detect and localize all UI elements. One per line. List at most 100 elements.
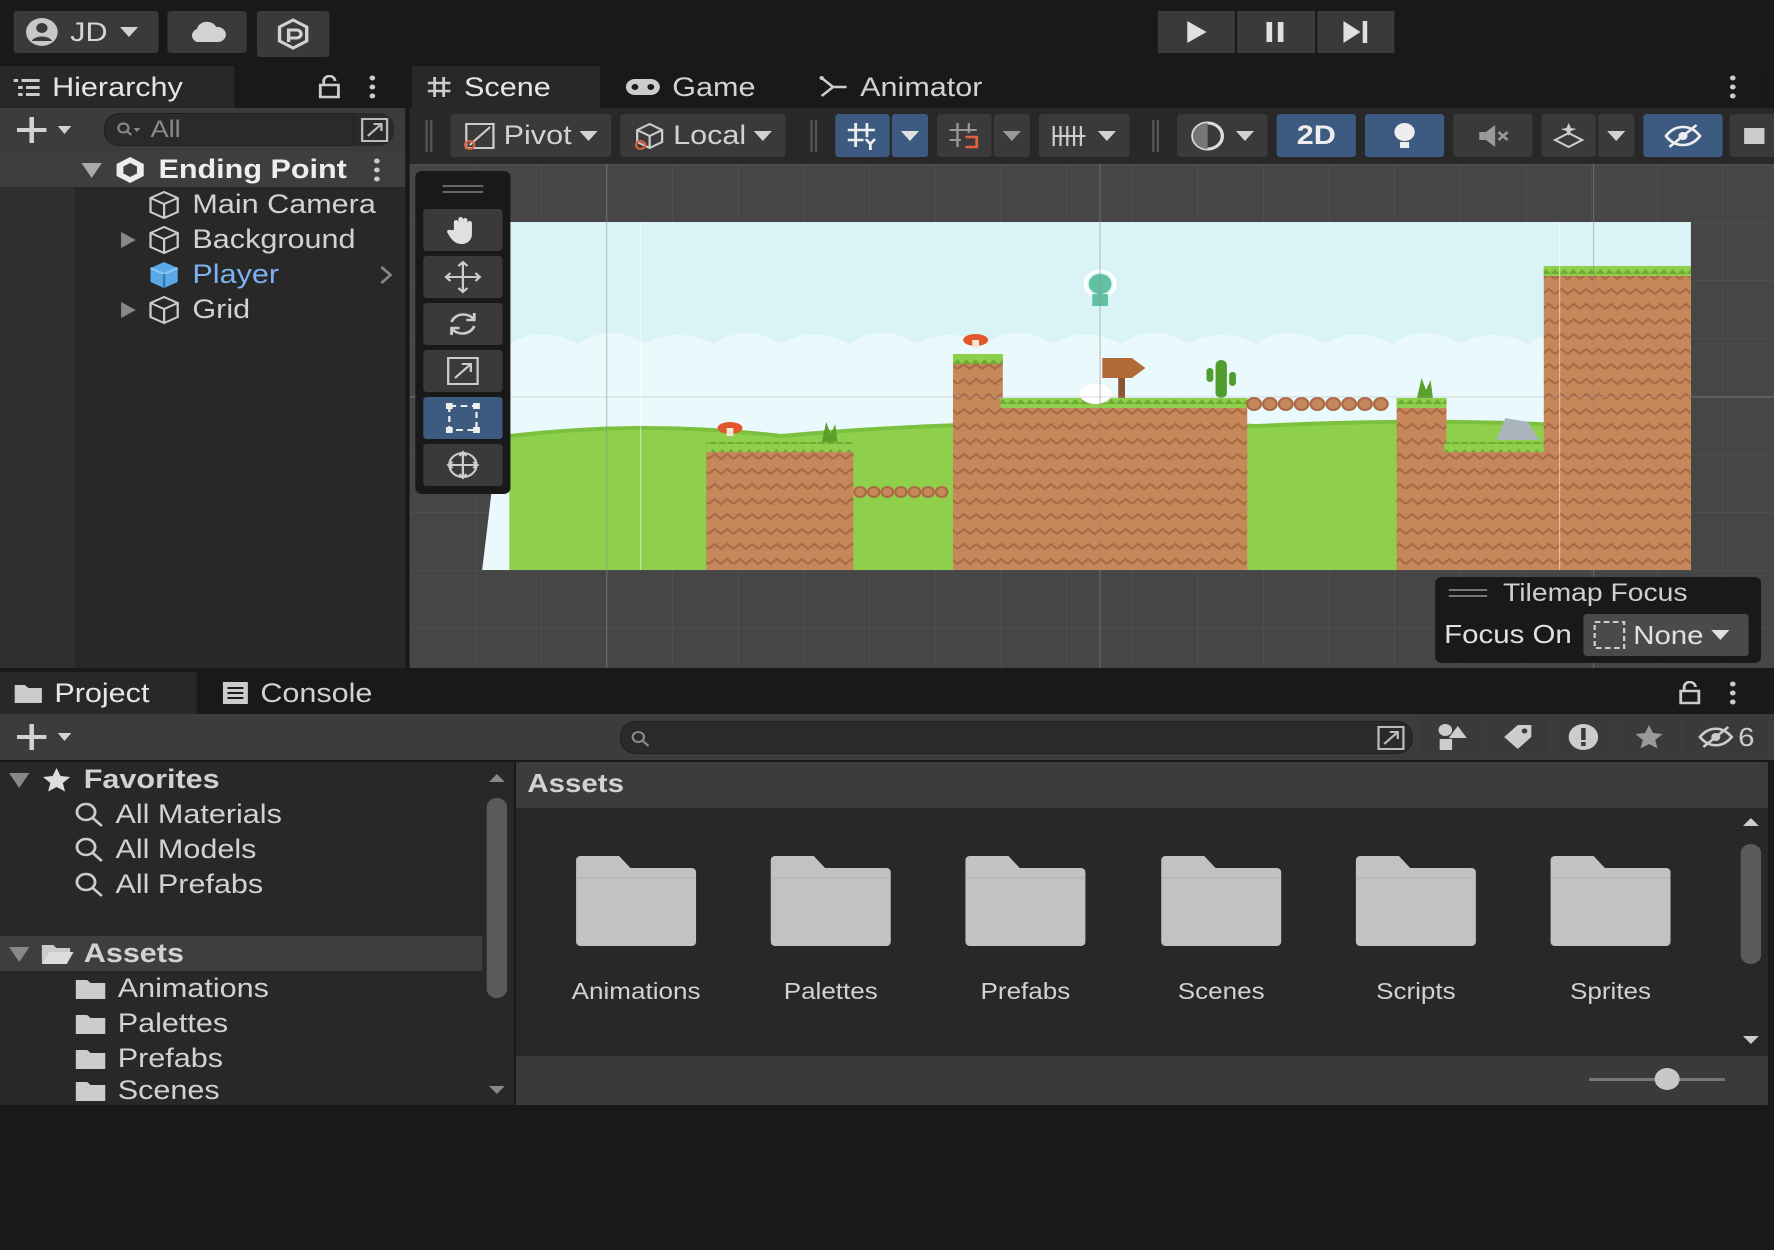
move-tool-button[interactable]	[423, 256, 503, 298]
folder-tile-animations[interactable]: Animations	[551, 850, 721, 1010]
folder-tile-scripts[interactable]: Scripts	[1331, 850, 1501, 1010]
filter-by-type-button[interactable]	[1421, 716, 1483, 758]
filter-log-type-button[interactable]	[1552, 716, 1614, 758]
favorite-item[interactable]: All Materials	[0, 797, 482, 832]
lock-icon[interactable]	[315, 72, 344, 102]
chevron-down-icon	[1711, 630, 1730, 640]
hand-tool-button[interactable]	[423, 209, 503, 251]
hidden-objects-toggle[interactable]	[1643, 114, 1723, 157]
expand-icon	[1377, 725, 1405, 750]
asset-grid-scrollbar[interactable]	[1738, 814, 1763, 1052]
local-dropdown[interactable]: Local	[620, 114, 786, 157]
focus-on-dropdown[interactable]: None	[1583, 614, 1749, 656]
hierarchy-item-main-camera[interactable]: Main Camera	[0, 187, 405, 222]
breadcrumb[interactable]: Assets	[527, 768, 624, 799]
camera-icon	[1744, 127, 1765, 144]
more-icon[interactable]	[360, 72, 385, 102]
overlay-handle[interactable]	[1448, 589, 1488, 597]
palette-handle[interactable]	[442, 185, 484, 193]
hidden-packages-toggle[interactable]: 6	[1684, 716, 1768, 758]
more-icon[interactable]	[1720, 72, 1745, 102]
hierarchy-item-player[interactable]: Player	[0, 257, 405, 292]
save-search-button[interactable]	[1618, 716, 1680, 758]
scale-tool-button[interactable]	[423, 350, 503, 392]
scroll-up-icon[interactable]	[1738, 814, 1763, 830]
asset-folder-row[interactable]: Scenes	[0, 1076, 482, 1105]
hierarchy-item-grid[interactable]: Grid	[0, 292, 405, 327]
hierarchy-item-label: Player	[192, 259, 280, 289]
expand-arrow-icon	[9, 946, 30, 962]
lighting-toggle[interactable]	[1364, 114, 1445, 157]
increment-snap-options[interactable]	[993, 114, 1030, 157]
folder-tile-palettes[interactable]: Palettes	[746, 850, 916, 1010]
2d-mode-toggle[interactable]: 2D	[1276, 114, 1356, 157]
tab-animator[interactable]: Animator	[806, 66, 1010, 108]
tab-console[interactable]: Console	[208, 672, 412, 714]
scrollbar-thumb[interactable]	[486, 798, 508, 998]
project-search-input[interactable]	[620, 721, 1413, 754]
scene-row-ending-point[interactable]: Ending Point	[0, 152, 406, 187]
zoom-slider-thumb[interactable]	[1654, 1068, 1680, 1090]
hierarchy-search-input[interactable]: All	[104, 113, 394, 146]
scroll-up-icon[interactable]	[484, 770, 509, 786]
hierarchy-item-label: Grid	[192, 294, 251, 324]
tab-project[interactable]: Project	[0, 672, 197, 714]
grid-visibility-dropdown[interactable]	[1038, 114, 1130, 157]
asset-folder-row[interactable]: Animations	[0, 971, 482, 1006]
tab-scene[interactable]: Scene	[411, 66, 600, 108]
scrollbar-thumb[interactable]	[1740, 844, 1762, 964]
pivot-dropdown[interactable]: Pivot	[450, 114, 612, 157]
tab-hierarchy[interactable]: Hierarchy	[0, 66, 235, 108]
tab-label: Scene	[464, 71, 551, 102]
play-button[interactable]	[1157, 11, 1236, 53]
effects-options[interactable]	[1598, 114, 1635, 157]
create-asset-dropdown[interactable]	[9, 721, 77, 753]
cloud-button[interactable]	[167, 11, 247, 53]
rect-tool-button[interactable]	[423, 397, 503, 439]
increment-snap-toggle[interactable]	[937, 114, 992, 157]
step-button[interactable]	[1317, 11, 1395, 53]
collab-button[interactable]	[256, 11, 330, 57]
grid-snap-options[interactable]	[891, 114, 929, 157]
chevron-right-icon[interactable]	[378, 264, 394, 286]
create-dropdown[interactable]	[9, 114, 77, 146]
lock-icon[interactable]	[1675, 678, 1704, 708]
scroll-down-icon[interactable]	[484, 1082, 509, 1098]
grid-snap-toggle[interactable]	[835, 114, 890, 157]
favorite-item[interactable]: All Models	[0, 832, 482, 867]
rotate-tool-button[interactable]	[423, 303, 503, 345]
more-icon[interactable]	[373, 158, 380, 182]
hierarchy-item-background[interactable]: Background	[0, 222, 405, 257]
account-dropdown[interactable]: JD	[13, 11, 159, 53]
favorite-label: All Prefabs	[115, 869, 264, 899]
folder-icon	[1355, 856, 1476, 946]
camera-options-button[interactable]	[1729, 114, 1774, 157]
folder-icon	[965, 856, 1086, 946]
search-by-type-button[interactable]	[353, 113, 394, 146]
more-icon[interactable]	[1720, 678, 1745, 708]
draw-mode-dropdown[interactable]	[1177, 114, 1268, 157]
lightbulb-icon	[1394, 122, 1415, 148]
pause-button[interactable]	[1237, 11, 1315, 53]
audio-toggle[interactable]	[1453, 114, 1533, 157]
folder-tile-sprites[interactable]: Sprites	[1526, 850, 1696, 1010]
folder-tile-scenes[interactable]: Scenes	[1136, 850, 1306, 1010]
scroll-down-icon[interactable]	[1738, 1032, 1763, 1048]
expand-arrow-right-icon[interactable]	[118, 230, 138, 250]
transform-tool-button[interactable]	[423, 444, 503, 486]
search-by-type-button[interactable]	[1369, 721, 1412, 754]
folder-tree-scrollbar[interactable]	[484, 770, 509, 1100]
assets-root-row[interactable]: Assets	[0, 936, 483, 971]
chevron-down-icon	[579, 130, 598, 141]
effects-toggle[interactable]	[1541, 114, 1596, 157]
folder-tile-prefabs[interactable]: Prefabs	[941, 850, 1111, 1010]
asset-folder-row[interactable]: Prefabs	[0, 1041, 482, 1076]
favorite-item[interactable]: All Prefabs	[0, 867, 482, 902]
expand-arrow-right-icon[interactable]	[118, 300, 138, 320]
filter-by-label-button[interactable]	[1487, 716, 1549, 758]
favorite-label: All Models	[115, 834, 257, 864]
tab-game[interactable]: Game	[611, 66, 792, 108]
asset-folder-row[interactable]: Palettes	[0, 1006, 482, 1041]
favorites-row[interactable]: Favorites	[0, 762, 482, 797]
tab-label: Console	[260, 677, 373, 708]
